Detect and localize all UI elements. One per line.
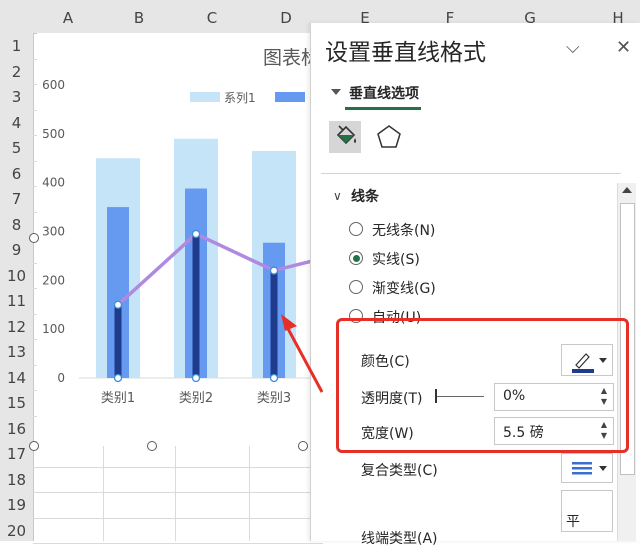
annotation-arrow-layer [281,314,324,393]
annotation-arrowhead [281,314,297,331]
annotation-arrow [284,324,324,393]
grid-line [33,543,323,544]
